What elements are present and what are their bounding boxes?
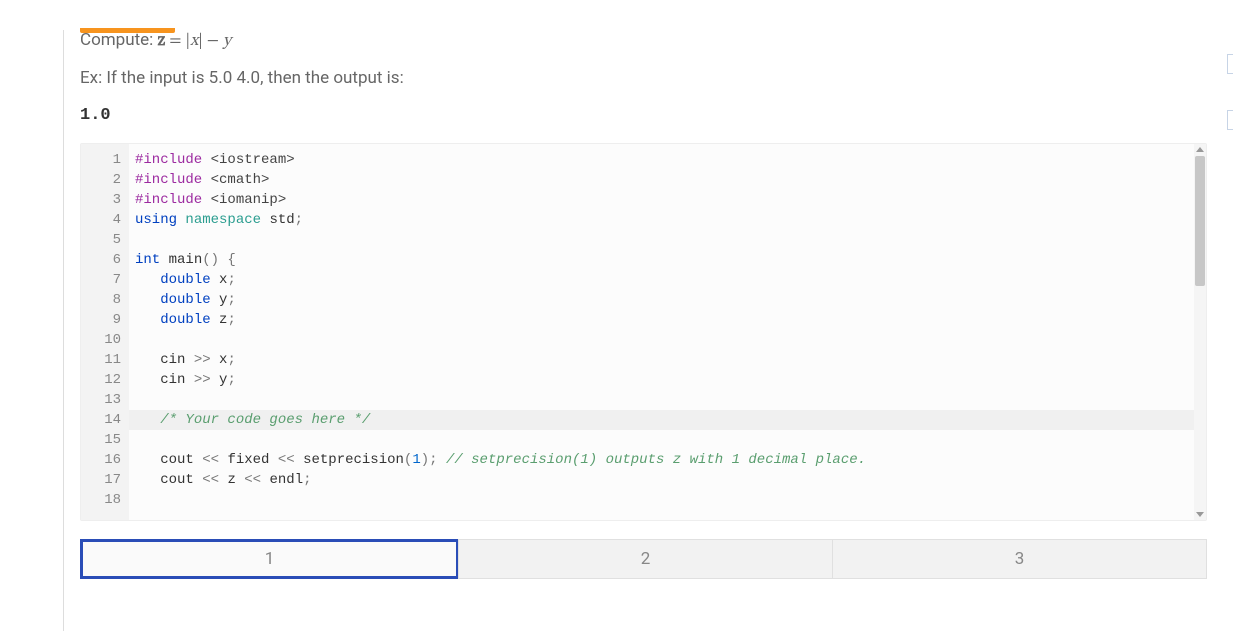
code-editor[interactable]: 123456789101112131415161718 #include <io…	[80, 143, 1207, 521]
line-number: 5	[81, 230, 129, 250]
line-number-gutter: 123456789101112131415161718	[81, 144, 129, 520]
code-line[interactable]: using namespace std;	[129, 210, 1194, 230]
code-line[interactable]: double y;	[129, 290, 1194, 310]
line-number: 4	[81, 210, 129, 230]
line-number: 1	[81, 150, 129, 170]
code-line[interactable]: #include <cmath>	[129, 170, 1194, 190]
code-line[interactable]: double x;	[129, 270, 1194, 290]
code-line[interactable]	[129, 330, 1194, 350]
left-rule	[63, 30, 64, 631]
line-number: 12	[81, 370, 129, 390]
code-line[interactable]	[129, 230, 1194, 250]
line-number: 7	[81, 270, 129, 290]
bracket-icon	[1227, 54, 1233, 74]
code-line[interactable]: cin >> y;	[129, 370, 1194, 390]
prompt-label: Compute:	[80, 30, 153, 50]
line-number: 6	[81, 250, 129, 270]
step-tabs: 123	[80, 539, 1207, 579]
editor-viewport: 123456789101112131415161718 #include <io…	[81, 144, 1194, 520]
code-line[interactable]	[129, 430, 1194, 450]
formula-y: y	[223, 33, 231, 50]
bracket-icon	[1227, 110, 1233, 130]
prompt-formula: z = |x| − y	[158, 33, 232, 50]
formula-z: z	[158, 33, 166, 50]
formula-abs-r: |	[198, 33, 203, 50]
line-number: 15	[81, 430, 129, 450]
line-number: 11	[81, 350, 129, 370]
right-bracket-icons	[1227, 54, 1233, 166]
line-number: 17	[81, 470, 129, 490]
line-number: 14	[81, 410, 129, 430]
code-area[interactable]: #include <iostream>#include <cmath>#incl…	[129, 144, 1194, 520]
line-number: 3	[81, 190, 129, 210]
code-line[interactable]: double z;	[129, 310, 1194, 330]
prompt-line: Compute: z = |x| − y	[80, 30, 1207, 52]
code-line[interactable]: cin >> x;	[129, 350, 1194, 370]
code-line[interactable]	[129, 390, 1194, 410]
example-output: 1.0	[80, 106, 1207, 125]
formula-minus: −	[207, 33, 219, 50]
line-number: 10	[81, 330, 129, 350]
vertical-scrollbar[interactable]	[1194, 144, 1206, 520]
line-number: 16	[81, 450, 129, 470]
line-number: 13	[81, 390, 129, 410]
formula-equals: =	[169, 33, 181, 50]
line-number: 8	[81, 290, 129, 310]
scroll-thumb[interactable]	[1195, 156, 1205, 286]
line-number: 2	[81, 170, 129, 190]
accent-bar	[80, 28, 175, 33]
code-line[interactable]: #include <iostream>	[129, 150, 1194, 170]
line-number: 18	[81, 490, 129, 510]
example-text: Ex: If the input is 5.0 4.0, then the ou…	[80, 68, 1207, 88]
code-line[interactable]: /* Your code goes here */	[129, 410, 1194, 430]
code-line[interactable]	[129, 490, 1194, 510]
line-number: 9	[81, 310, 129, 330]
code-line[interactable]: #include <iomanip>	[129, 190, 1194, 210]
tab-2[interactable]: 2	[458, 539, 833, 579]
code-line[interactable]: int main() {	[129, 250, 1194, 270]
page: Compute: z = |x| − y Ex: If the input is…	[0, 30, 1237, 631]
tab-3[interactable]: 3	[832, 539, 1207, 579]
code-line[interactable]: cout << z << endl;	[129, 470, 1194, 490]
code-line[interactable]: cout << fixed << setprecision(1); // set…	[129, 450, 1194, 470]
tab-1[interactable]: 1	[80, 539, 459, 579]
